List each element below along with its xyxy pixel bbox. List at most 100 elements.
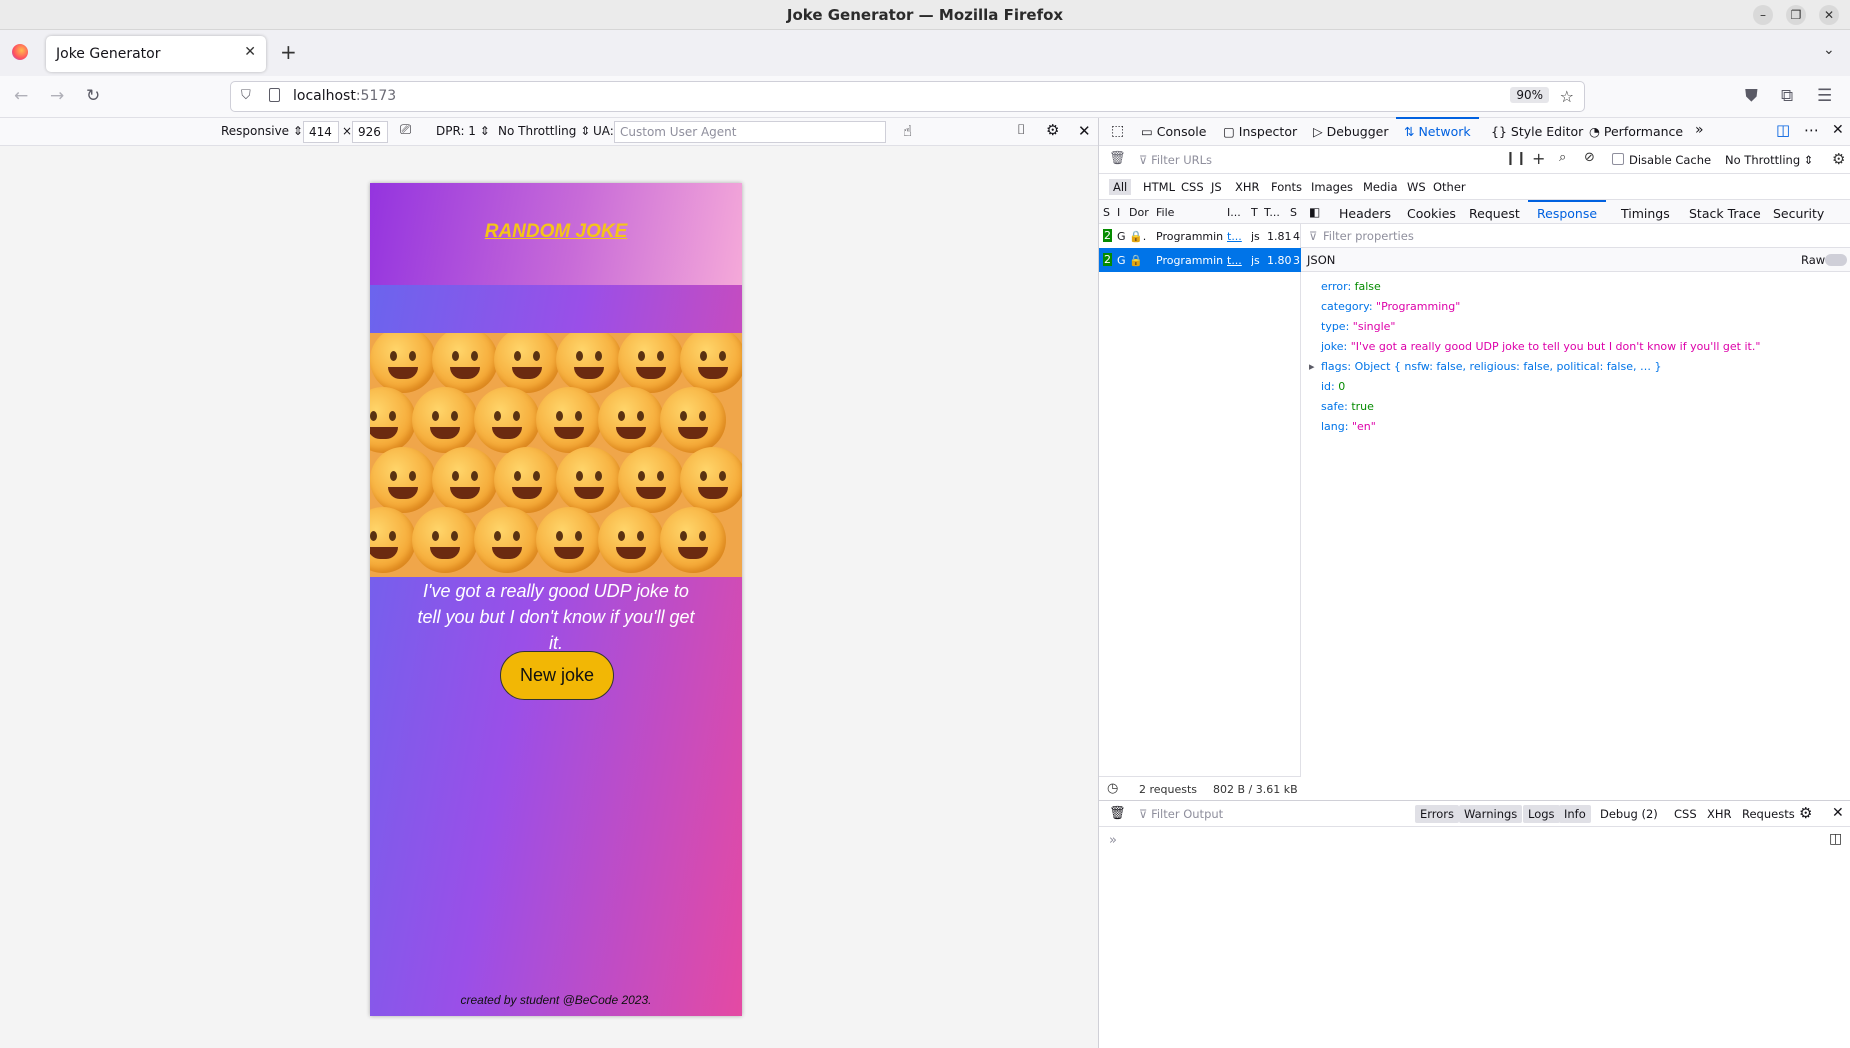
tab-stack-trace[interactable]: Stack Trace: [1689, 206, 1761, 221]
touch-simulation-icon[interactable]: ☝: [903, 122, 912, 140]
clear-console-icon[interactable]: 🗑: [1109, 806, 1126, 821]
devtools-menu-icon[interactable]: ⋯: [1804, 121, 1819, 139]
tab-console[interactable]: ▭ Console: [1141, 124, 1206, 139]
firefox-icon[interactable]: [12, 44, 28, 60]
url-bar[interactable]: ⛉ localhost:5173 90% ☆: [230, 81, 1585, 112]
back-arrow-icon[interactable]: ←: [14, 86, 28, 106]
new-tab-icon[interactable]: +: [280, 40, 297, 64]
filter-logs[interactable]: Logs: [1523, 805, 1560, 823]
filter-warnings[interactable]: Warnings: [1459, 805, 1523, 823]
close-rdm-icon[interactable]: ✕: [1078, 122, 1091, 140]
maximize-button[interactable]: ❐: [1786, 5, 1806, 25]
filter-html[interactable]: HTML: [1143, 180, 1175, 194]
tab-headers[interactable]: Headers: [1339, 206, 1391, 221]
user-agent-input[interactable]: Custom User Agent: [614, 121, 886, 143]
url-host: localhost: [293, 88, 356, 104]
request-initiator[interactable]: t...: [1227, 254, 1242, 267]
console-prompt-icon[interactable]: »: [1109, 833, 1117, 848]
col-method[interactable]: I: [1117, 206, 1120, 219]
col-transferred[interactable]: T...: [1264, 206, 1280, 219]
table-row[interactable]: 2 G 🔒. Programmin t... js 1.81 4: [1099, 224, 1301, 248]
add-request-icon[interactable]: +: [1532, 149, 1545, 168]
filter-all[interactable]: All: [1109, 179, 1132, 195]
pocket-icon[interactable]: ⛊: [1745, 86, 1758, 106]
tab-debugger[interactable]: ▷ Debugger: [1313, 124, 1388, 139]
menu-icon[interactable]: ☰: [1817, 86, 1832, 106]
filter-xhr-console[interactable]: XHR: [1702, 805, 1737, 823]
col-type[interactable]: T: [1251, 206, 1258, 219]
list-tabs-chevron-icon[interactable]: ⌄: [1823, 42, 1835, 58]
tab-response[interactable]: Response: [1527, 200, 1607, 221]
bookmark-star-icon[interactable]: ☆: [1560, 87, 1574, 106]
tab-style-editor[interactable]: {} Style Editor: [1491, 124, 1583, 139]
tab-performance[interactable]: ◔ Performance: [1589, 124, 1683, 139]
json-row[interactable]: ▸ flags: Object { nsfw: false, religious:…: [1309, 360, 1661, 373]
filter-info[interactable]: Info: [1559, 805, 1591, 823]
col-domain[interactable]: Dor: [1129, 206, 1149, 219]
filter-xhr[interactable]: XHR: [1235, 180, 1260, 194]
table-row[interactable]: 2 G 🔒 Programmin t... js 1.80 3: [1099, 248, 1301, 272]
tab-cookies[interactable]: Cookies: [1407, 206, 1456, 221]
col-status[interactable]: S: [1103, 206, 1110, 219]
console-settings-icon[interactable]: ⚙: [1799, 804, 1812, 822]
filter-output-input[interactable]: ⊽ Filter Output: [1139, 807, 1223, 821]
viewport-width-input[interactable]: 414: [303, 121, 339, 143]
shield-icon[interactable]: ⛉: [241, 88, 251, 103]
rotate-device-icon[interactable]: ⎚: [400, 122, 411, 138]
element-picker-icon[interactable]: ⬚: [1111, 123, 1124, 139]
filter-urls-input[interactable]: ⊽ Filter URLs: [1139, 153, 1212, 167]
pause-icon[interactable]: ❙❙: [1505, 151, 1527, 166]
forward-arrow-icon[interactable]: →: [50, 86, 64, 106]
device-select[interactable]: Responsive ⇕: [221, 124, 303, 138]
rdm-settings-icon[interactable]: ⚙: [1046, 121, 1059, 139]
filter-js[interactable]: JS: [1211, 180, 1222, 194]
filter-requests-console[interactable]: Requests: [1737, 805, 1800, 823]
filter-ws[interactable]: WS: [1407, 180, 1426, 194]
filter-errors[interactable]: Errors: [1415, 805, 1460, 823]
col-initiator[interactable]: I...: [1227, 206, 1241, 219]
viewport-height-input[interactable]: 926: [352, 121, 388, 143]
dpr-select[interactable]: DPR: 1 ⇕: [436, 124, 490, 138]
request-initiator[interactable]: t...: [1227, 230, 1242, 243]
tab-joke-generator[interactable]: Joke Generator ✕: [46, 36, 266, 72]
toggle-sidebar-icon[interactable]: ◧: [1309, 205, 1320, 219]
close-tab-icon[interactable]: ✕: [244, 44, 256, 60]
extensions-icon[interactable]: ⧉: [1781, 86, 1793, 106]
network-settings-icon[interactable]: ⚙: [1832, 150, 1845, 168]
raw-toggle[interactable]: [1825, 254, 1847, 266]
tab-timings[interactable]: Timings: [1621, 206, 1670, 221]
tab-network[interactable]: ⇅ Network: [1396, 117, 1479, 139]
more-tabs-chevron-icon[interactable]: »: [1695, 122, 1704, 138]
close-window-button[interactable]: ✕: [1819, 5, 1839, 25]
disable-cache-checkbox[interactable]: [1612, 153, 1624, 165]
clear-trash-icon[interactable]: 🗑: [1109, 151, 1126, 166]
minimize-button[interactable]: –: [1753, 5, 1773, 25]
filter-properties-input[interactable]: ⊽ Filter properties: [1301, 224, 1850, 248]
filter-fonts[interactable]: Fonts: [1271, 180, 1302, 194]
filter-css-console[interactable]: CSS: [1669, 805, 1702, 823]
tab-request[interactable]: Request: [1469, 206, 1520, 221]
zoom-level[interactable]: 90%: [1510, 87, 1549, 103]
editor-mode-icon[interactable]: ◫: [1829, 831, 1842, 847]
tab-inspector[interactable]: ▢ Inspector: [1223, 124, 1297, 139]
rdm-throttling-select[interactable]: No Throttling ⇕: [498, 124, 590, 138]
filter-images[interactable]: Images: [1311, 180, 1353, 194]
filter-media[interactable]: Media: [1363, 180, 1398, 194]
emoji-face-icon: [370, 447, 436, 513]
close-devtools-icon[interactable]: ✕: [1832, 122, 1844, 138]
reload-icon[interactable]: ↻: [86, 86, 100, 106]
col-file[interactable]: File: [1156, 206, 1174, 219]
filter-debug[interactable]: Debug (2): [1595, 805, 1663, 823]
new-joke-button[interactable]: New joke: [500, 651, 614, 700]
block-icon[interactable]: ⊘: [1584, 150, 1595, 165]
network-throttling-select[interactable]: No Throttling ⇕: [1725, 153, 1813, 167]
screenshot-icon[interactable]: ⌷: [1017, 122, 1025, 138]
filter-css[interactable]: CSS: [1181, 180, 1204, 194]
filter-other[interactable]: Other: [1433, 180, 1466, 194]
search-icon[interactable]: ⌕: [1559, 150, 1566, 165]
expand-chevron-icon[interactable]: ▸: [1309, 360, 1315, 373]
dock-side-icon[interactable]: ◫: [1776, 121, 1790, 139]
tab-security[interactable]: Security: [1773, 206, 1824, 221]
close-console-icon[interactable]: ✕: [1832, 805, 1844, 821]
col-size[interactable]: S: [1290, 206, 1297, 219]
